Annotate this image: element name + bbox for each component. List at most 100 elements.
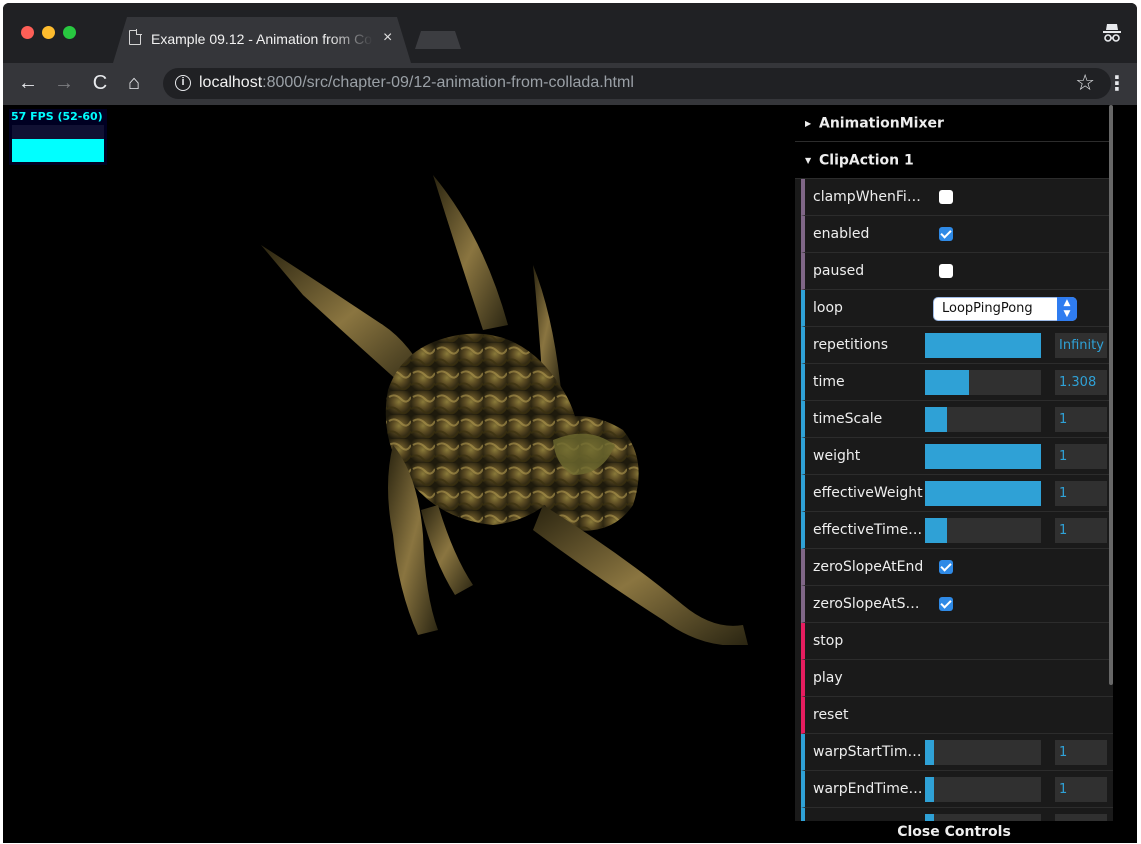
folder-label: AnimationMixer bbox=[819, 115, 944, 132]
reload-icon[interactable]: C bbox=[85, 68, 115, 98]
tab-strip: Example 09.12 - Animation from Collada × bbox=[3, 3, 1137, 63]
control-label: enabled bbox=[813, 226, 870, 242]
control-warp-end-time-scale: warpEndTimeS.. 1 bbox=[801, 771, 1113, 808]
url-host: localhost bbox=[199, 74, 263, 91]
slider-fill bbox=[925, 370, 970, 395]
info-icon[interactable]: i bbox=[175, 75, 191, 91]
control-effective-time-scale: effectiveTimeS... 1 bbox=[801, 512, 1113, 549]
repetitions-slider[interactable] bbox=[925, 333, 1041, 358]
control-label: time bbox=[813, 374, 845, 390]
repetitions-input[interactable]: Infinity bbox=[1055, 333, 1107, 358]
control-label: clampWhenFin... bbox=[813, 189, 925, 205]
home-icon[interactable]: ⌂ bbox=[119, 68, 149, 98]
warp-start-input[interactable]: 1 bbox=[1055, 740, 1107, 765]
zero-slope-start-checkbox[interactable] bbox=[939, 597, 953, 611]
fps-stats-panel[interactable]: 57 FPS (52-60) bbox=[9, 109, 107, 165]
dat-gui-panel: ▶ AnimationMixer ▼ ClipAction 1 clampWhenF… bbox=[795, 105, 1113, 843]
fps-graph-fill bbox=[12, 139, 104, 162]
loop-select[interactable]: LoopPingPong ▲ ▼ bbox=[933, 297, 1077, 321]
browser-menu-icon[interactable]: ⋮ bbox=[1107, 69, 1127, 99]
slider-fill bbox=[925, 444, 1041, 469]
effective-weight-input[interactable]: 1 bbox=[1055, 481, 1107, 506]
time-slider[interactable] bbox=[925, 370, 1041, 395]
incognito-icon bbox=[1103, 24, 1121, 42]
control-label: warpEndTimeS.. bbox=[813, 781, 925, 797]
forward-arrow-icon[interactable]: → bbox=[49, 68, 79, 98]
control-clamp-when-finished: clampWhenFin... bbox=[801, 179, 1113, 216]
new-tab-button[interactable] bbox=[415, 31, 461, 49]
caret-right-icon: ▶ bbox=[805, 119, 812, 128]
zero-slope-end-checkbox[interactable] bbox=[939, 560, 953, 574]
warp-end-slider[interactable] bbox=[925, 777, 1041, 802]
button-label: play bbox=[813, 670, 843, 686]
folder-animation-mixer[interactable]: ▶ AnimationMixer bbox=[795, 105, 1113, 142]
tab-close-icon[interactable]: × bbox=[383, 28, 392, 48]
control-label: warpStartTime.. bbox=[813, 744, 925, 760]
control-label: paused bbox=[813, 263, 865, 279]
tab-title: Example 09.12 - Animation from Collada bbox=[151, 31, 373, 47]
close-controls-button[interactable]: Close Controls bbox=[795, 821, 1113, 843]
effective-weight-slider[interactable] bbox=[925, 481, 1041, 506]
url-text[interactable]: localhost:8000/src/chapter-09/12-animati… bbox=[199, 73, 634, 93]
control-label: timeScale bbox=[813, 411, 883, 427]
minimize-window-button[interactable] bbox=[42, 26, 55, 39]
warp-start-slider[interactable] bbox=[925, 740, 1041, 765]
address-bar[interactable]: i localhost:8000/src/chapter-09/12-anima… bbox=[163, 68, 1111, 99]
control-loop: loop LoopPingPong ▲ ▼ bbox=[801, 290, 1113, 327]
play-button[interactable]: play bbox=[801, 660, 1113, 697]
weight-input[interactable]: 1 bbox=[1055, 444, 1107, 469]
document-icon bbox=[129, 29, 142, 45]
fps-graph bbox=[12, 125, 104, 162]
webgl-canvas[interactable]: 57 FPS (52-60) ▶ AnimationMixer ▼ ClipAc… bbox=[3, 105, 1137, 843]
browser-window: Example 09.12 - Animation from Collada ×… bbox=[3, 3, 1137, 843]
slider-fill bbox=[925, 740, 935, 765]
enabled-checkbox[interactable] bbox=[939, 227, 953, 241]
control-label: loop bbox=[813, 300, 843, 316]
button-label: stop bbox=[813, 633, 844, 649]
back-arrow-icon[interactable]: ← bbox=[13, 68, 43, 98]
control-warp-start-time-scale: warpStartTime.. 1 bbox=[801, 734, 1113, 771]
slider-fill bbox=[925, 407, 948, 432]
effective-time-scale-slider[interactable] bbox=[925, 518, 1041, 543]
browser-toolbar: ← → C ⌂ i localhost:8000/src/chapter-09/… bbox=[3, 63, 1137, 105]
fps-label: 57 FPS (52-60) bbox=[11, 110, 103, 123]
gui-scrollbar[interactable] bbox=[1109, 105, 1113, 685]
bookmark-star-icon[interactable]: ☆ bbox=[1075, 70, 1095, 96]
control-repetitions: repetitions Infinity bbox=[801, 327, 1113, 364]
caret-down-icon: ▼ bbox=[805, 156, 812, 165]
weight-slider[interactable] bbox=[925, 444, 1041, 469]
select-arrows-icon: ▲ ▼ bbox=[1057, 297, 1077, 321]
stop-button[interactable]: stop bbox=[801, 623, 1113, 660]
folder-label: ClipAction 1 bbox=[819, 152, 914, 169]
control-zero-slope-at-start: zeroSlopeAtStart bbox=[801, 586, 1113, 623]
warp-end-input[interactable]: 1 bbox=[1055, 777, 1107, 802]
control-time-scale: timeScale 1 bbox=[801, 401, 1113, 438]
effective-time-scale-input[interactable]: 1 bbox=[1055, 518, 1107, 543]
time-input[interactable]: 1.308 bbox=[1055, 370, 1107, 395]
button-label: reset bbox=[813, 707, 849, 723]
control-label: zeroSlopeAtEnd bbox=[813, 559, 924, 575]
time-scale-input[interactable]: 1 bbox=[1055, 407, 1107, 432]
control-time: time 1.308 bbox=[801, 364, 1113, 401]
animated-creature-model bbox=[261, 175, 748, 645]
maximize-window-button[interactable] bbox=[63, 26, 76, 39]
time-scale-slider[interactable] bbox=[925, 407, 1041, 432]
slider-fill bbox=[925, 333, 1041, 358]
control-label: weight bbox=[813, 448, 861, 464]
control-label: effectiveTimeS... bbox=[813, 522, 925, 538]
slider-fill bbox=[925, 777, 935, 802]
control-effective-weight: effectiveWeight 1 bbox=[801, 475, 1113, 512]
paused-checkbox[interactable] bbox=[939, 264, 953, 278]
slider-fill bbox=[925, 481, 1041, 506]
clamp-checkbox[interactable] bbox=[939, 190, 953, 204]
control-weight: weight 1 bbox=[801, 438, 1113, 475]
slider-fill bbox=[925, 518, 948, 543]
folder-clip-action[interactable]: ▼ ClipAction 1 bbox=[795, 142, 1113, 179]
control-label: repetitions bbox=[813, 337, 889, 353]
close-window-button[interactable] bbox=[21, 26, 34, 39]
loop-select-value: LoopPingPong bbox=[942, 301, 1033, 316]
control-label: effectiveWeight bbox=[813, 485, 923, 501]
reset-button[interactable]: reset bbox=[801, 697, 1113, 734]
control-zero-slope-at-end: zeroSlopeAtEnd bbox=[801, 549, 1113, 586]
control-paused: paused bbox=[801, 253, 1113, 290]
